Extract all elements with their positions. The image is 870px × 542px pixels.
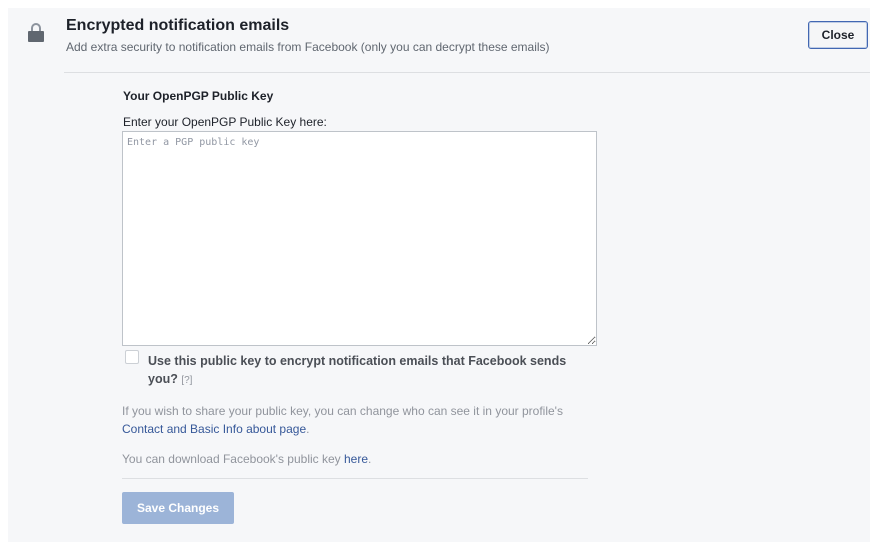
section-heading: Encrypted notification emails [66, 17, 290, 34]
encrypt-label-text: Use this public key to encrypt notificat… [148, 354, 567, 386]
section-description: Add extra security to notification email… [66, 40, 550, 54]
share-info-suffix: . [306, 422, 310, 436]
download-info-suffix: . [368, 452, 372, 466]
download-info-text: You can download Facebook's public key [122, 452, 344, 466]
key-section-title: Your OpenPGP Public Key [123, 89, 274, 103]
share-key-info: If you wish to share your public key, yo… [122, 402, 592, 438]
download-key-link[interactable]: here [344, 452, 368, 466]
key-input-label: Enter your OpenPGP Public Key here: [123, 115, 327, 129]
download-key-info: You can download Facebook's public key h… [122, 452, 592, 466]
help-link[interactable]: [?] [181, 375, 192, 386]
encrypt-checkbox[interactable] [125, 350, 139, 364]
close-button[interactable]: Close [808, 21, 868, 49]
encrypt-checkbox-label[interactable]: Use this public key to encrypt notificat… [148, 352, 588, 390]
pgp-key-input[interactable] [122, 131, 597, 346]
save-changes-button[interactable]: Save Changes [122, 492, 234, 524]
form-divider [122, 478, 588, 479]
header-divider [64, 72, 870, 73]
share-info-text: If you wish to share your public key, yo… [122, 404, 563, 418]
lock-icon [28, 23, 44, 42]
contact-info-link[interactable]: Contact and Basic Info about page [122, 422, 306, 436]
